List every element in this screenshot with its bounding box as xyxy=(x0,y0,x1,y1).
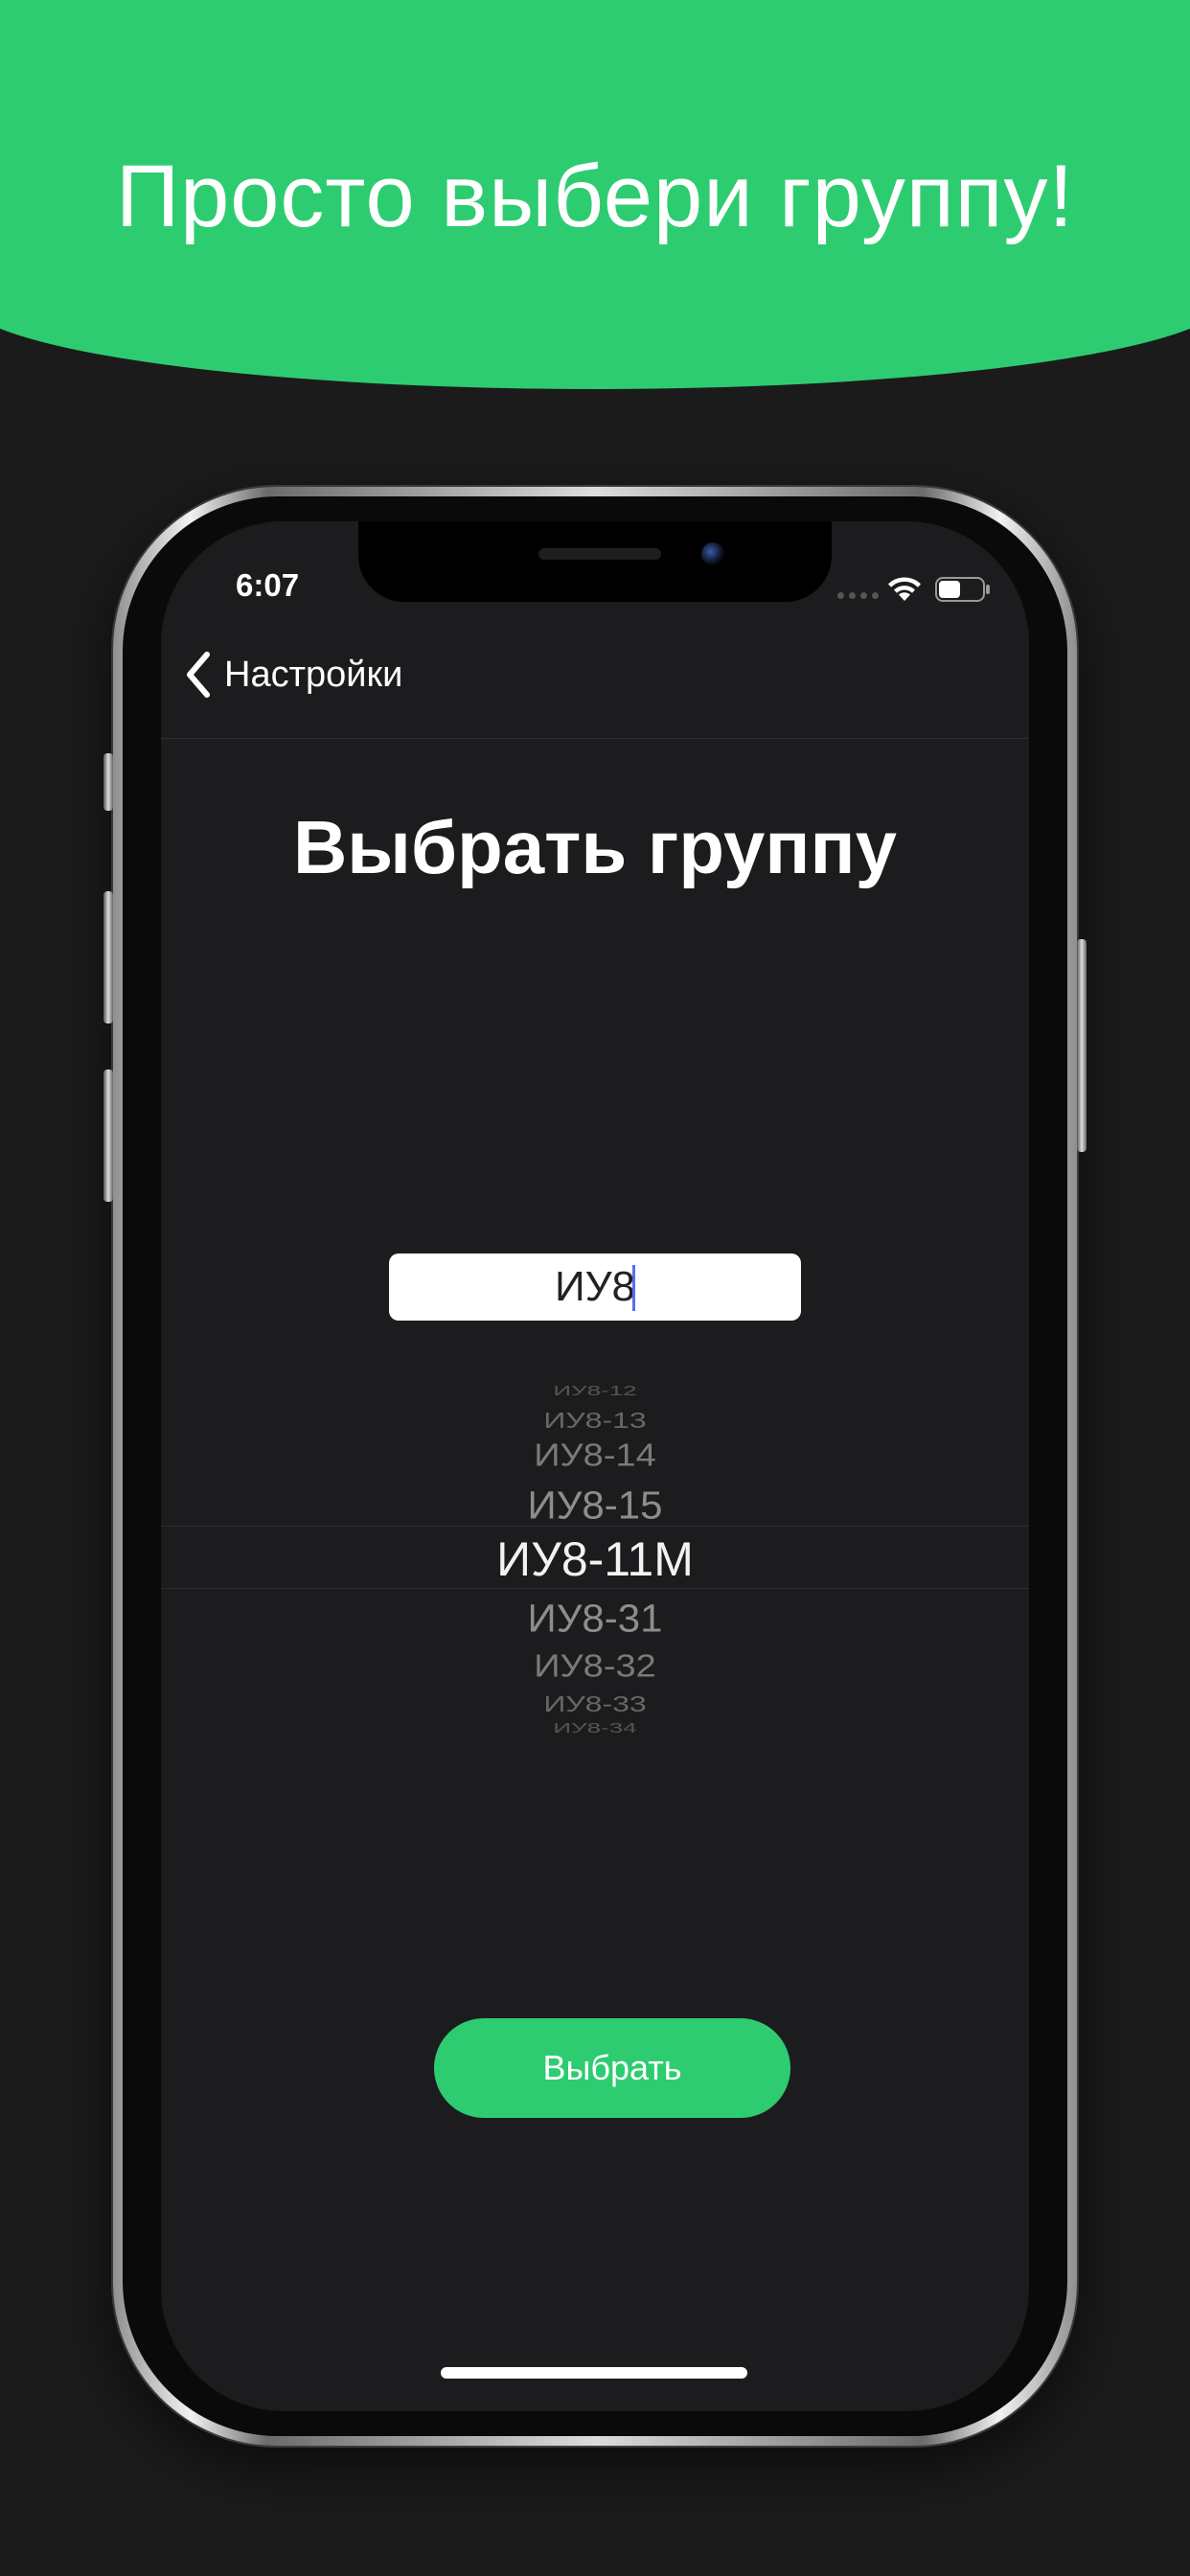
picker-item[interactable]: ИУ8-15 xyxy=(161,1485,1029,1525)
power-button xyxy=(1077,939,1087,1152)
picker-item[interactable]: ИУ8-33 xyxy=(161,1692,1029,1714)
page-title: Выбрать группу xyxy=(292,805,898,889)
volume-down-button xyxy=(103,1070,113,1202)
back-button[interactable]: Настройки xyxy=(184,644,402,705)
battery-icon xyxy=(935,577,990,602)
picker-item-selected[interactable]: ИУ8-11М xyxy=(161,1535,1029,1583)
select-button[interactable]: Выбрать xyxy=(434,2018,790,2118)
front-camera-icon xyxy=(701,542,724,565)
status-time: 6:07 xyxy=(236,567,300,603)
phone-screen: 6:07 Настройки Выбрать группу ИУ8-12 ИУ8… xyxy=(161,521,1029,2411)
picker-item[interactable]: ИУ8-12 xyxy=(161,1384,1029,1397)
signal-dots-icon xyxy=(837,592,880,600)
speaker-grille xyxy=(538,548,661,560)
picker-item[interactable]: ИУ8-31 xyxy=(161,1598,1029,1638)
search-field[interactable] xyxy=(389,1254,801,1321)
text-caret xyxy=(632,1265,635,1311)
promo-title: Просто выбери группу! xyxy=(115,148,1075,245)
picker-item[interactable]: ИУ8-14 xyxy=(161,1439,1029,1471)
back-button-label: Настройки xyxy=(224,655,403,695)
picker-item[interactable]: ИУ8-13 xyxy=(161,1409,1029,1431)
picker-item[interactable]: ИУ8-32 xyxy=(161,1650,1029,1682)
wifi-icon xyxy=(888,577,921,601)
group-picker[interactable]: ИУ8-12 ИУ8-13 ИУ8-14 ИУ8-15 ИУ8-11М ИУ8-… xyxy=(161,1370,1029,1754)
navigation-bar: Настройки xyxy=(161,617,1029,739)
chevron-left-icon xyxy=(187,652,210,698)
search-input[interactable] xyxy=(389,1254,801,1321)
notch xyxy=(358,521,832,602)
volume-up-button xyxy=(103,891,113,1024)
home-indicator[interactable] xyxy=(441,2367,747,2379)
mute-switch xyxy=(103,753,113,811)
picker-item[interactable]: ИУ8-34 xyxy=(161,1721,1029,1735)
